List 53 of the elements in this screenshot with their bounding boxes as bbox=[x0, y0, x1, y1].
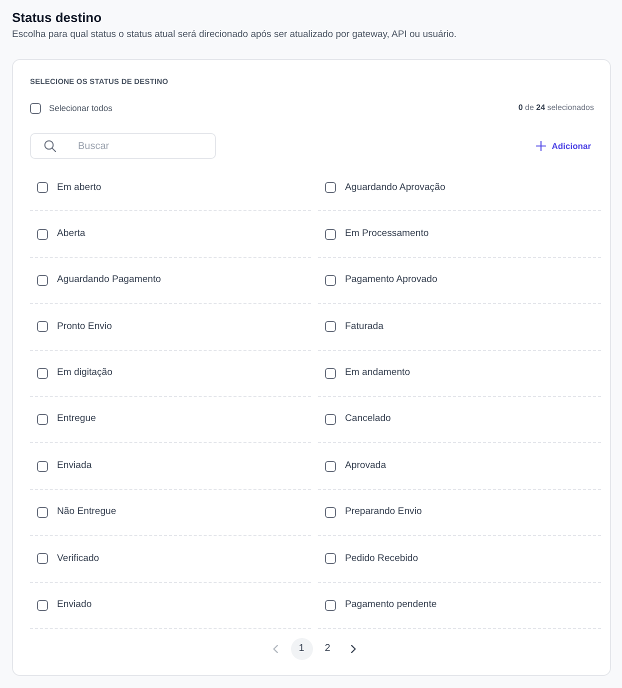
status-label[interactable]: Em aberto bbox=[57, 180, 102, 195]
select-all-label[interactable]: Selecionar todos bbox=[49, 102, 112, 114]
page-button[interactable]: 2 bbox=[316, 638, 338, 660]
status-checkbox[interactable] bbox=[325, 460, 336, 472]
status-checkbox[interactable] bbox=[37, 506, 48, 518]
status-checkbox[interactable] bbox=[37, 553, 48, 564]
chevron-left-icon bbox=[273, 644, 278, 653]
status-label[interactable]: Não Entregue bbox=[57, 505, 116, 520]
search-icon bbox=[44, 140, 56, 152]
status-label[interactable]: Aguardando Pagamento bbox=[57, 273, 162, 288]
status-label[interactable]: Entregue bbox=[57, 412, 96, 427]
plus-icon bbox=[536, 141, 546, 151]
status-label[interactable]: Em digitação bbox=[57, 366, 112, 380]
status-checkbox[interactable] bbox=[37, 460, 48, 472]
status-label[interactable]: Em Processamento bbox=[345, 226, 429, 242]
status-label[interactable]: Faturada bbox=[345, 320, 384, 334]
status-checkbox[interactable] bbox=[325, 228, 336, 240]
status-label[interactable]: Aprovada bbox=[345, 458, 386, 474]
status-checkbox[interactable] bbox=[325, 506, 336, 518]
status-checkbox[interactable] bbox=[37, 228, 48, 240]
status-checkbox[interactable] bbox=[325, 182, 336, 194]
status-checkbox[interactable] bbox=[325, 368, 336, 379]
page-title: Status destino bbox=[12, 10, 103, 26]
status-label[interactable]: Enviada bbox=[57, 458, 92, 474]
status-checkbox[interactable] bbox=[37, 368, 48, 379]
add-button[interactable]: Adicionar bbox=[536, 138, 599, 154]
status-label[interactable]: Aguardando Aprovação bbox=[345, 180, 446, 195]
status-checkbox[interactable] bbox=[37, 600, 48, 611]
chevron-right-icon bbox=[351, 644, 356, 653]
status-label[interactable]: Pronto Envio bbox=[57, 320, 112, 334]
status-checkbox[interactable] bbox=[325, 274, 336, 286]
search-field[interactable]: Buscar bbox=[30, 133, 216, 159]
status-checkbox[interactable] bbox=[37, 182, 48, 194]
status-label[interactable]: Enviado bbox=[57, 598, 92, 612]
selection-counter: 0 de 24 selecionados bbox=[518, 102, 594, 114]
status-checkbox[interactable] bbox=[325, 321, 336, 332]
status-checkbox[interactable] bbox=[37, 321, 48, 332]
page-button[interactable]: 1 bbox=[290, 638, 312, 660]
status-checkbox[interactable] bbox=[37, 414, 48, 426]
select-all-checkbox[interactable] bbox=[30, 102, 41, 114]
status-label[interactable]: Pagamento pendente bbox=[345, 598, 437, 612]
status-label[interactable]: Verificado bbox=[57, 552, 100, 566]
status-checkbox[interactable] bbox=[325, 553, 336, 564]
status-label[interactable]: Pedido Recebido bbox=[345, 552, 418, 566]
status-label[interactable]: Preparando Envio bbox=[345, 505, 422, 520]
status-checkbox[interactable] bbox=[37, 274, 48, 286]
page-description: Escolha para qual status o status atual será direcionado após ser atualizado por gateway, API ou usuário. bbox=[12, 28, 458, 41]
status-label[interactable]: Cancelado bbox=[345, 412, 391, 427]
status-label[interactable]: Aberta bbox=[57, 226, 86, 242]
status-checkbox[interactable] bbox=[325, 414, 336, 426]
status-label[interactable]: Pagamento Aprovado bbox=[345, 273, 438, 288]
status-checkbox[interactable] bbox=[325, 600, 336, 611]
status-label[interactable]: Em andamento bbox=[345, 366, 410, 380]
